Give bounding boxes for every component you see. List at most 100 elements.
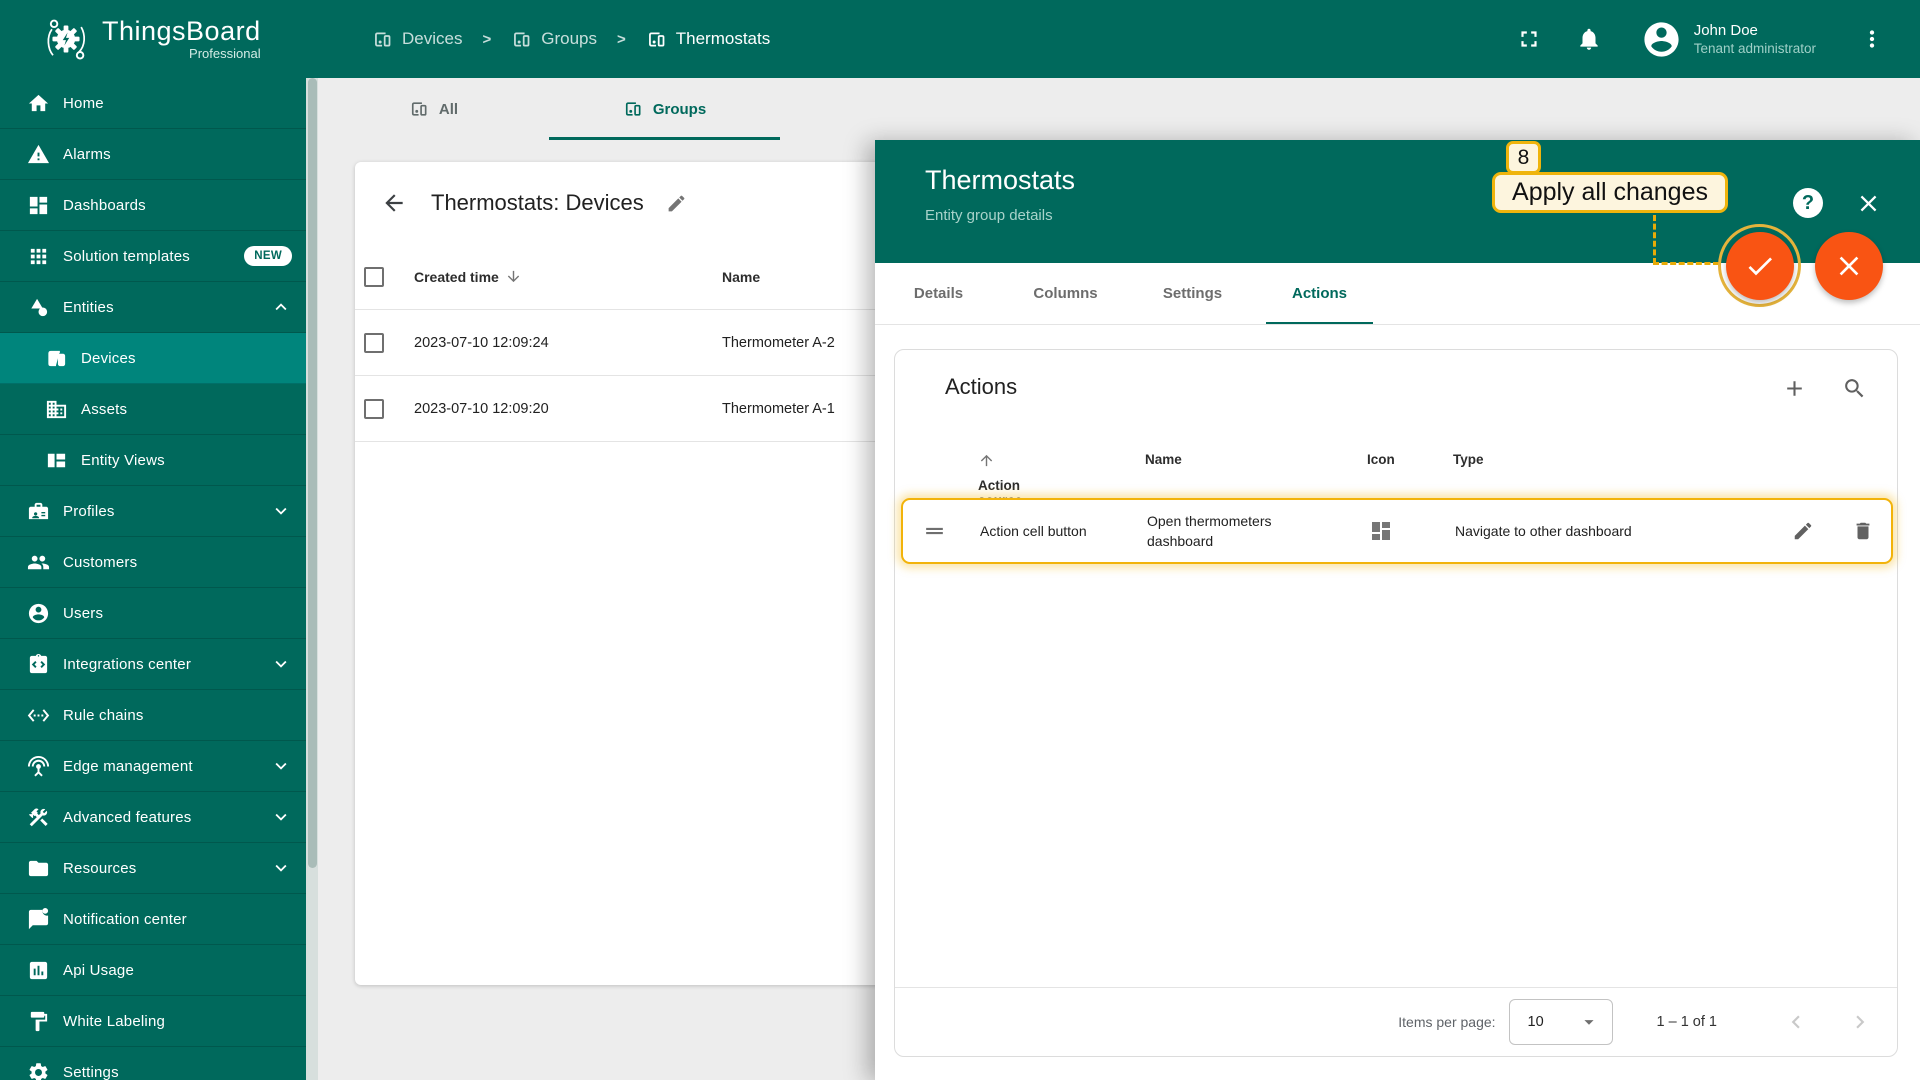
- sidebar-item-home[interactable]: Home: [0, 78, 306, 129]
- help-button[interactable]: ?: [1793, 188, 1823, 218]
- sidebar-item-label: Profiles: [63, 502, 115, 520]
- breadcrumb-groups[interactable]: Groups: [511, 29, 597, 50]
- close-icon[interactable]: [1855, 190, 1882, 217]
- drag-handle-icon[interactable]: [922, 519, 947, 544]
- chevron-down-icon: [275, 864, 287, 872]
- notifications-button[interactable]: [1559, 26, 1619, 52]
- sidebar-item-integrations-center[interactable]: Integrations center: [0, 639, 306, 690]
- sidebar-item-label: Advanced features: [63, 808, 192, 826]
- view-quilt-icon: [47, 453, 66, 467]
- column-name[interactable]: Name: [722, 269, 760, 285]
- group-card-title: Thermostats: Devices: [431, 190, 644, 215]
- select-all-checkbox[interactable]: [364, 266, 384, 287]
- user-menu[interactable]: John Doe Tenant administrator: [1694, 21, 1816, 58]
- sidebar-item-label: Settings: [63, 1063, 119, 1080]
- tab-settings[interactable]: Settings: [1129, 263, 1256, 324]
- sidebar-item-customers[interactable]: Customers: [0, 537, 306, 588]
- sidebar-item-resources[interactable]: Resources: [0, 843, 306, 894]
- actions-card: Actions Action source Name Icon Type Act…: [894, 349, 1898, 1057]
- sidebar-item-label: Alarms: [63, 145, 111, 163]
- edit-pencil-icon[interactable]: [1792, 520, 1814, 542]
- sidebar-item-label: Assets: [81, 400, 128, 418]
- pagination-bar: Items per page: 10 1 – 1 of 1: [895, 987, 1897, 1056]
- brand-logo[interactable]: ThingsBoard Professional: [0, 0, 306, 78]
- sidebar-item-profiles[interactable]: Profiles: [0, 486, 306, 537]
- column-created-time[interactable]: Created time: [414, 268, 522, 285]
- sidebar-item-devices[interactable]: Devices: [0, 333, 306, 384]
- tab-groups[interactable]: Groups: [549, 78, 780, 140]
- insert-chart-icon: [29, 961, 48, 979]
- column-type[interactable]: Type: [1453, 452, 1484, 467]
- entity-view-tabbar: All Groups: [318, 78, 780, 140]
- next-page-icon[interactable]: [1847, 1009, 1873, 1035]
- sidebar-item-label: Rule chains: [63, 706, 144, 724]
- sidebar-item-users[interactable]: Users: [0, 588, 306, 639]
- sidebar-item-rule-chains[interactable]: Rule chains: [0, 690, 306, 741]
- column-action-source[interactable]: Action source: [978, 452, 1022, 508]
- search-icon[interactable]: [1842, 376, 1867, 401]
- fullscreen-button[interactable]: [1499, 26, 1559, 52]
- devices-icon: [375, 32, 391, 46]
- sidebar-item-notification-center[interactable]: Notification center: [0, 894, 306, 945]
- close-icon: [1839, 256, 1859, 276]
- tab-all[interactable]: All: [318, 78, 549, 140]
- breadcrumb-thermostats[interactable]: Thermostats: [646, 29, 770, 50]
- row-checkbox[interactable]: [364, 398, 384, 419]
- chevron-down-icon: [275, 762, 287, 770]
- sidebar-item-dashboards[interactable]: Dashboards: [0, 180, 306, 231]
- sidebar-item-advanced-features[interactable]: Advanced features: [0, 792, 306, 843]
- actions-title: Actions: [945, 374, 1018, 399]
- sidebar-item-solution-templates[interactable]: Solution templates NEW: [0, 231, 306, 282]
- apps-icon: [30, 248, 47, 264]
- cell-created-time: 2023-07-10 12:09:20: [414, 400, 549, 417]
- sidebar: Home Alarms Dashboards Solution template…: [0, 78, 306, 1080]
- scrollbar-thumb[interactable]: [307, 78, 317, 868]
- row-checkbox[interactable]: [364, 332, 384, 353]
- sidebar-item-label: Resources: [63, 859, 137, 877]
- sidebar-item-assets[interactable]: Assets: [0, 384, 306, 435]
- sidebar-item-white-labeling[interactable]: White Labeling: [0, 996, 306, 1047]
- discard-changes-button[interactable]: [1815, 232, 1883, 300]
- user-name: John Doe: [1693, 21, 1758, 39]
- sidebar-item-entities[interactable]: Entities: [0, 282, 306, 333]
- column-icon[interactable]: Icon: [1367, 452, 1395, 467]
- sidebar-item-api-usage[interactable]: Api Usage: [0, 945, 306, 996]
- items-per-page-value: 10: [1527, 1014, 1544, 1030]
- tab-columns[interactable]: Columns: [1002, 263, 1129, 324]
- sidebar-item-label: Entity Views: [81, 451, 165, 469]
- action-row-highlighted[interactable]: Action cell button Open thermometers das…: [901, 498, 1893, 564]
- thingsboard-app: ThingsBoard Professional Devices > Group…: [0, 0, 1920, 1080]
- gear-icon: [29, 1062, 48, 1080]
- sidebar-item-edge-management[interactable]: Edge management: [0, 741, 306, 792]
- tab-actions[interactable]: Actions: [1256, 263, 1383, 324]
- apply-changes-button[interactable]: [1725, 231, 1794, 300]
- devices-icon: [625, 102, 641, 116]
- delete-trash-icon[interactable]: [1852, 520, 1874, 542]
- settings-ethernet-icon: [27, 708, 50, 722]
- apply-changes-highlight-ring: [1718, 224, 1801, 307]
- column-name[interactable]: Name: [1145, 452, 1182, 467]
- category-icon: [31, 298, 48, 316]
- breadcrumb-devices[interactable]: Devices: [372, 29, 462, 50]
- sidebar-item-label: Entities: [63, 298, 114, 316]
- sidebar-scrollbar[interactable]: [306, 78, 318, 1080]
- back-arrow-icon[interactable]: [381, 190, 407, 216]
- sidebar-item-label: Home: [63, 94, 104, 112]
- badge-icon: [28, 502, 49, 519]
- items-per-page-select[interactable]: 10: [1508, 999, 1613, 1045]
- sidebar-item-settings[interactable]: Settings: [0, 1047, 306, 1080]
- folder-icon: [28, 860, 49, 876]
- sidebar-item-alarms[interactable]: Alarms: [0, 129, 306, 180]
- sidebar-item-entity-views[interactable]: Entity Views: [0, 435, 306, 486]
- top-bar: ThingsBoard Professional Devices > Group…: [0, 0, 1920, 78]
- account-circle-icon: [28, 603, 49, 623]
- add-action-icon[interactable]: [1782, 376, 1807, 401]
- dashboard-icon: [29, 196, 48, 214]
- tab-details[interactable]: Details: [875, 263, 1002, 324]
- sidebar-item-label: Devices: [81, 349, 136, 367]
- edit-pencil-icon[interactable]: [666, 193, 687, 214]
- previous-page-icon[interactable]: [1783, 1009, 1809, 1035]
- avatar[interactable]: [1641, 19, 1682, 60]
- integration-icon: [29, 653, 48, 673]
- more-menu-button[interactable]: [1842, 26, 1902, 52]
